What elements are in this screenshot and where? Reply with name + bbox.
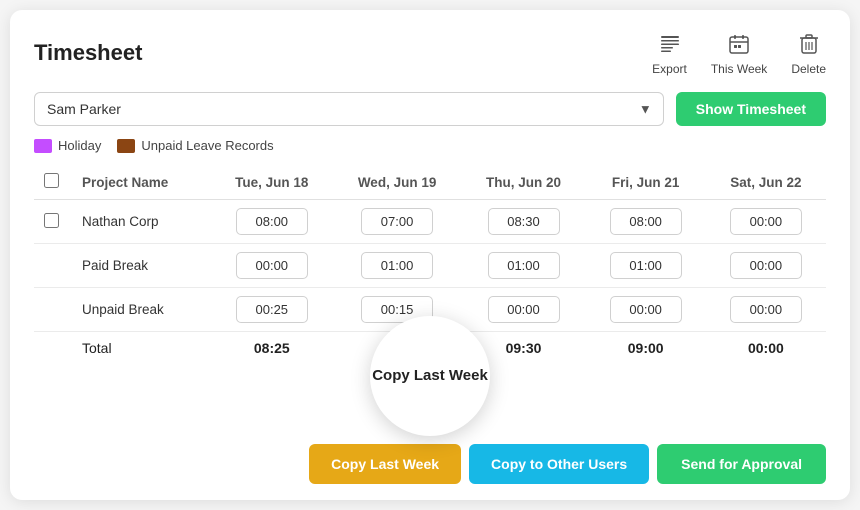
paid-break-row: Paid Break <box>34 244 826 288</box>
holiday-legend: Holiday <box>34 138 101 153</box>
paid-break-fri-cell <box>586 244 706 288</box>
nathan-wed-input[interactable] <box>361 208 433 235</box>
show-timesheet-button[interactable]: Show Timesheet <box>676 92 826 126</box>
col-tue: Tue, Jun 18 <box>211 165 333 200</box>
timesheet-table-wrap: Project Name Tue, Jun 18 Wed, Jun 19 Thu… <box>34 165 826 430</box>
copy-last-week-button[interactable]: Copy Last Week <box>309 444 461 484</box>
unpaid-break-fri-cell <box>586 288 706 332</box>
this-week-button[interactable]: This Week <box>711 30 767 76</box>
unpaid-break-thu-cell <box>461 288 585 332</box>
table-row: Nathan Corp <box>34 200 826 244</box>
unpaid-break-wed-cell <box>333 288 462 332</box>
delete-label: Delete <box>791 62 826 76</box>
holiday-label: Holiday <box>58 138 101 153</box>
header-checkbox-cell <box>34 165 72 200</box>
nathan-wed-cell <box>333 200 462 244</box>
paid-break-label-cell: Paid Break <box>72 244 211 288</box>
col-wed: Wed, Jun 19 <box>333 165 462 200</box>
unpaid-break-wed-input[interactable] <box>361 296 433 323</box>
total-label-cell: Total <box>72 332 211 365</box>
employee-select[interactable]: Sam Parker <box>34 92 664 126</box>
paid-break-wed-cell <box>333 244 462 288</box>
unpaid-break-empty-checkbox <box>34 288 72 332</box>
table-header-row: Project Name Tue, Jun 18 Wed, Jun 19 Thu… <box>34 165 826 200</box>
nathan-thu-cell <box>461 200 585 244</box>
timesheet-card: Timesheet Export <box>10 10 850 500</box>
paid-break-tue-cell <box>211 244 333 288</box>
total-thu-cell: 09:30 <box>461 332 585 365</box>
nathan-tue-input[interactable] <box>236 208 308 235</box>
page-title: Timesheet <box>34 40 142 66</box>
export-button[interactable]: Export <box>652 30 687 76</box>
bottom-bar: Copy Last Week Copy Last Week Copy to Ot… <box>34 444 826 484</box>
export-label: Export <box>652 62 687 76</box>
nathan-sat-cell <box>706 200 826 244</box>
paid-break-sat-input[interactable] <box>730 252 802 279</box>
select-all-checkbox[interactable] <box>44 173 59 188</box>
paid-break-tue-input[interactable] <box>236 252 308 279</box>
unpaid-break-sat-input[interactable] <box>730 296 802 323</box>
project-name-cell: Nathan Corp <box>72 200 211 244</box>
copy-other-users-button[interactable]: Copy to Other Users <box>469 444 649 484</box>
header-actions: Export This Week <box>652 30 826 76</box>
paid-break-thu-cell <box>461 244 585 288</box>
total-fri-cell: 09:00 <box>586 332 706 365</box>
nathan-sat-input[interactable] <box>730 208 802 235</box>
unpaid-break-sat-cell <box>706 288 826 332</box>
unpaid-break-thu-input[interactable] <box>488 296 560 323</box>
unpaid-break-row: Unpaid Break <box>34 288 826 332</box>
toolbar: Sam Parker ▼ Show Timesheet <box>34 92 826 126</box>
header: Timesheet Export <box>34 30 826 76</box>
legend: Holiday Unpaid Leave Records <box>34 138 826 153</box>
paid-break-wed-input[interactable] <box>361 252 433 279</box>
send-approval-button[interactable]: Send for Approval <box>657 444 826 484</box>
this-week-label: This Week <box>711 62 767 76</box>
unpaid-leave-color-box <box>117 139 135 153</box>
total-sat-cell: 00:00 <box>706 332 826 365</box>
total-wed-cell: 08:15 <box>333 332 462 365</box>
export-icon <box>656 30 684 58</box>
col-project-name: Project Name <box>72 165 211 200</box>
unpaid-break-tue-cell <box>211 288 333 332</box>
col-fri: Fri, Jun 21 <box>586 165 706 200</box>
unpaid-break-label-cell: Unpaid Break <box>72 288 211 332</box>
holiday-color-box <box>34 139 52 153</box>
delete-button[interactable]: Delete <box>791 30 826 76</box>
paid-break-sat-cell <box>706 244 826 288</box>
total-row: Total 08:25 08:15 09:30 09:00 00:00 <box>34 332 826 365</box>
timesheet-table: Project Name Tue, Jun 18 Wed, Jun 19 Thu… <box>34 165 826 364</box>
col-sat: Sat, Jun 22 <box>706 165 826 200</box>
row-checkbox-cell <box>34 200 72 244</box>
unpaid-break-fri-input[interactable] <box>610 296 682 323</box>
col-thu: Thu, Jun 20 <box>461 165 585 200</box>
total-empty-checkbox <box>34 332 72 365</box>
paid-break-thu-input[interactable] <box>488 252 560 279</box>
nathan-fri-cell <box>586 200 706 244</box>
unpaid-break-tue-input[interactable] <box>236 296 308 323</box>
unpaid-leave-label: Unpaid Leave Records <box>141 138 273 153</box>
delete-icon <box>795 30 823 58</box>
employee-select-wrap: Sam Parker ▼ <box>34 92 664 126</box>
nathan-fri-input[interactable] <box>610 208 682 235</box>
paid-break-empty-checkbox <box>34 244 72 288</box>
nathan-thu-input[interactable] <box>488 208 560 235</box>
unpaid-leave-legend: Unpaid Leave Records <box>117 138 273 153</box>
total-tue-cell: 08:25 <box>211 332 333 365</box>
calendar-icon <box>725 30 753 58</box>
row-checkbox[interactable] <box>44 213 59 228</box>
nathan-tue-cell <box>211 200 333 244</box>
paid-break-fri-input[interactable] <box>610 252 682 279</box>
